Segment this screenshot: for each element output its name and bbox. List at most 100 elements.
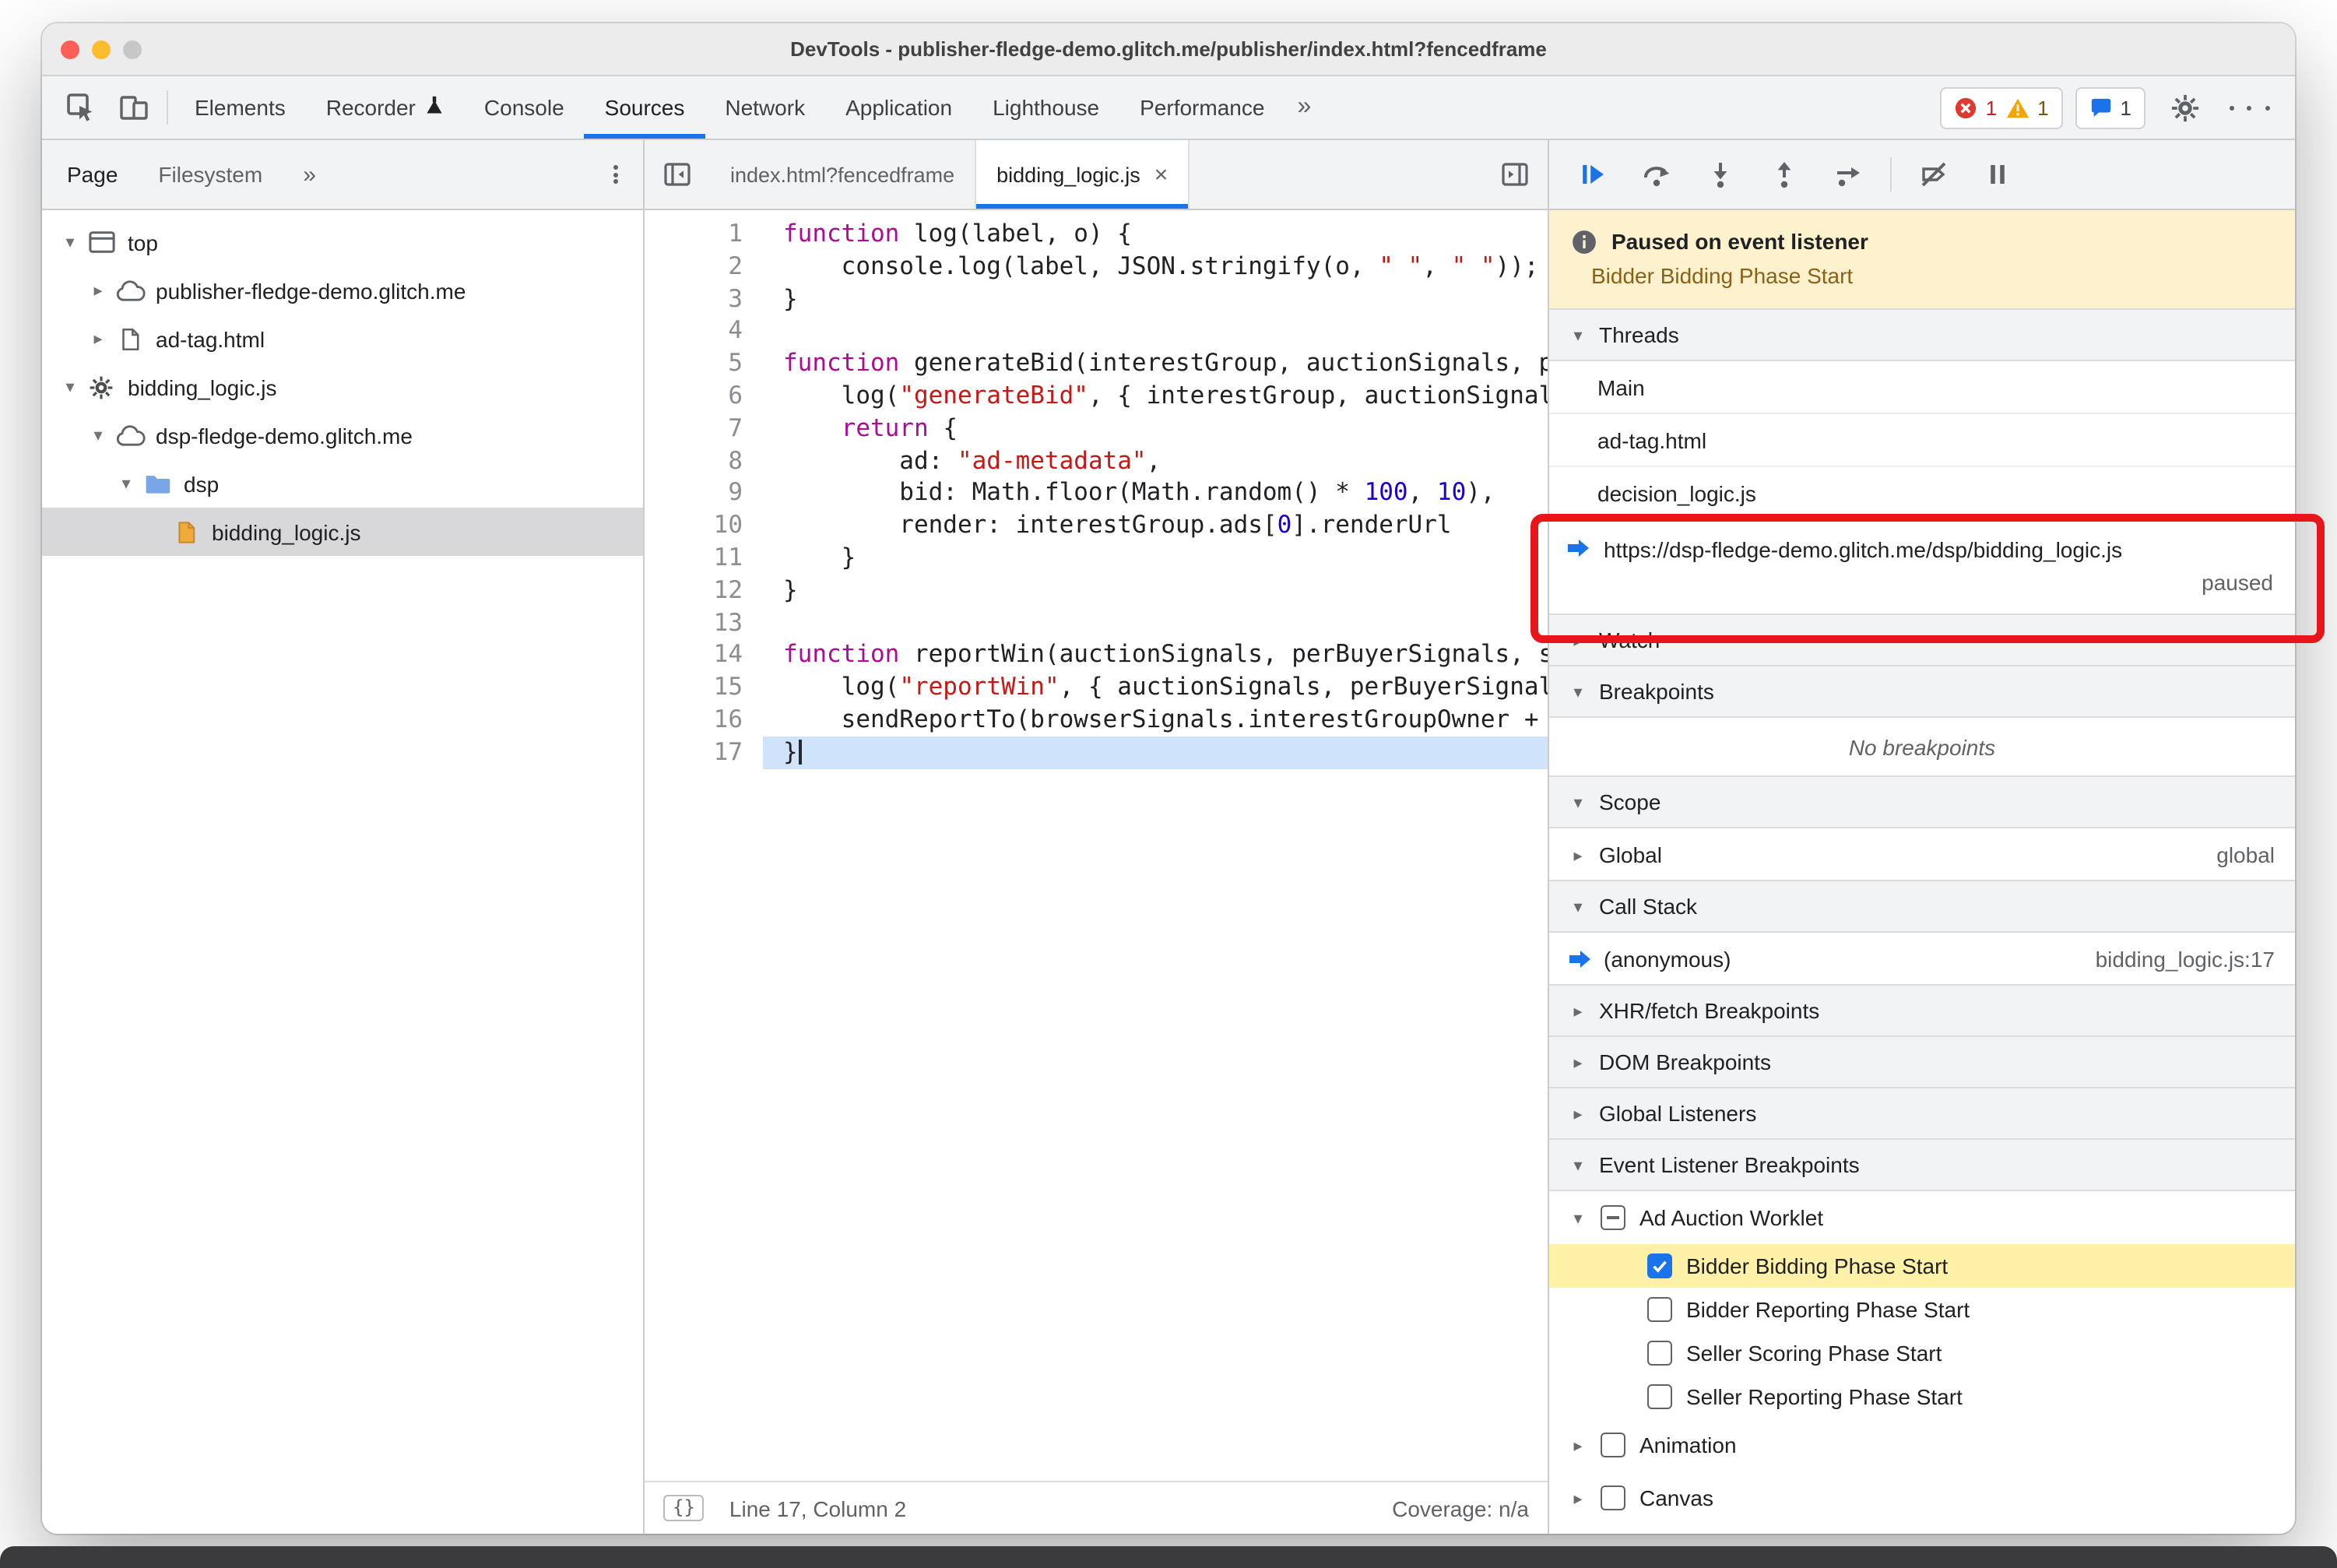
canvas-checkbox[interactable] bbox=[1601, 1485, 1625, 1510]
scope-global-row[interactable]: ▸ Global global bbox=[1549, 828, 2295, 881]
elb-item-seller-scoring-phase-start[interactable]: Seller Scoring Phase Start bbox=[1549, 1331, 2295, 1375]
line-number[interactable]: 15 bbox=[645, 671, 763, 704]
code-line-14[interactable]: 14 function reportWin(auctionSignals, per… bbox=[645, 639, 1548, 672]
animation-checkbox[interactable] bbox=[1601, 1433, 1625, 1457]
inspect-element-button[interactable] bbox=[54, 84, 107, 131]
tree-item-publisher-fledge-demo-glitch-me[interactable]: ▸ publisher-fledge-demo.glitch.me bbox=[42, 266, 643, 315]
elb-item-bidder-bidding-phase-start[interactable]: Bidder Bidding Phase Start bbox=[1549, 1244, 2295, 1288]
minimize-window-button[interactable] bbox=[92, 40, 111, 58]
line-number[interactable]: 1 bbox=[645, 218, 763, 251]
chevron-down-icon[interactable]: ▾ bbox=[58, 232, 83, 252]
navigator-kebab-icon[interactable] bbox=[613, 163, 618, 187]
code-editor[interactable]: 1 function log(label, o) {2 console.log(l… bbox=[645, 210, 1548, 1481]
line-number[interactable]: 16 bbox=[645, 704, 763, 737]
line-number[interactable]: 3 bbox=[645, 283, 763, 315]
devtools-tab-sources[interactable]: Sources bbox=[584, 76, 706, 139]
tree-item-top[interactable]: ▾ top bbox=[42, 218, 643, 266]
seller-reporting-phase-start-checkbox[interactable] bbox=[1647, 1384, 1672, 1409]
line-number[interactable]: 2 bbox=[645, 251, 763, 283]
toggle-navigator-button[interactable] bbox=[645, 140, 710, 209]
devtools-tab-console[interactable]: Console bbox=[464, 76, 585, 139]
line-number[interactable]: 8 bbox=[645, 445, 763, 477]
code-line-10[interactable]: 10 render: interestGroup.ads[0].renderUr… bbox=[645, 509, 1548, 542]
chevron-down-icon[interactable]: ▾ bbox=[114, 473, 139, 494]
chevron-right-icon[interactable]: ▸ bbox=[86, 329, 111, 349]
errors-warnings-badge[interactable]: 1 1 bbox=[1940, 86, 2063, 128]
device-toolbar-button[interactable] bbox=[107, 84, 160, 131]
code-line-15[interactable]: 15 log("reportWin", { auctionSignals, pe… bbox=[645, 671, 1548, 704]
close-tab-icon[interactable]: × bbox=[1154, 161, 1168, 188]
call-stack-section-header[interactable]: ▾ Call Stack bbox=[1549, 880, 2295, 933]
close-window-button[interactable] bbox=[61, 40, 79, 58]
kebab-menu-button[interactable] bbox=[2223, 84, 2276, 131]
dom-breakpoints-section-header[interactable]: ▸ DOM Breakpoints bbox=[1549, 1035, 2295, 1088]
watch-section-header[interactable]: ▸ Watch bbox=[1549, 613, 2295, 666]
zoom-window-button[interactable] bbox=[123, 40, 142, 58]
chevron-right-icon[interactable]: ▸ bbox=[86, 280, 111, 301]
elb-group-animation[interactable]: ▸ Animation bbox=[1549, 1419, 2295, 1471]
line-number[interactable]: 14 bbox=[645, 639, 763, 672]
seller-scoring-phase-start-checkbox[interactable] bbox=[1647, 1341, 1672, 1366]
more-panels-icon[interactable]: » bbox=[1284, 93, 1323, 121]
line-number[interactable]: 5 bbox=[645, 347, 763, 380]
toggle-debugger-sidebar-button[interactable] bbox=[1482, 140, 1548, 209]
code-line-17[interactable]: 17} bbox=[645, 736, 1548, 769]
line-number[interactable]: 7 bbox=[645, 413, 763, 445]
code-line-2[interactable]: 2 console.log(label, JSON.stringify(o, "… bbox=[645, 251, 1548, 283]
code-line-9[interactable]: 9 bid: Math.floor(Math.random() * 100, 1… bbox=[645, 477, 1548, 510]
thread-item-main[interactable]: Main bbox=[1549, 361, 2295, 414]
elb-group-canvas[interactable]: ▸ Canvas bbox=[1549, 1471, 2295, 1524]
tree-item-ad-tag-html[interactable]: ▸ ad-tag.html bbox=[42, 315, 643, 363]
line-number[interactable]: 13 bbox=[645, 606, 763, 639]
code-line-7[interactable]: 7 return { bbox=[645, 413, 1548, 445]
step-over-button[interactable] bbox=[1629, 151, 1685, 198]
devtools-tab-application[interactable]: Application bbox=[825, 76, 972, 139]
line-number[interactable]: 12 bbox=[645, 575, 763, 607]
chevron-down-icon[interactable]: ▾ bbox=[86, 425, 111, 445]
devtools-tab-recorder[interactable]: Recorder bbox=[306, 76, 464, 139]
devtools-tab-performance[interactable]: Performance bbox=[1119, 76, 1284, 139]
chevron-down-icon[interactable]: ▾ bbox=[1569, 1208, 1587, 1228]
call-stack-frame[interactable]: (anonymous) bidding_logic.js:17 bbox=[1549, 933, 2295, 986]
devtools-tab-network[interactable]: Network bbox=[705, 76, 825, 139]
devtools-tab-elements[interactable]: Elements bbox=[174, 76, 306, 139]
code-line-13[interactable]: 13 bbox=[645, 606, 1548, 639]
tree-item-dsp[interactable]: ▾ dsp bbox=[42, 459, 643, 508]
pretty-print-button[interactable]: {} bbox=[663, 1495, 705, 1521]
deactivate-breakpoints-button[interactable] bbox=[1906, 151, 1962, 198]
line-number[interactable]: 6 bbox=[645, 380, 763, 413]
line-number[interactable]: 11 bbox=[645, 542, 763, 575]
navigator-tab-filesystem[interactable]: Filesystem bbox=[158, 162, 262, 187]
elb-item-seller-reporting-phase-start[interactable]: Seller Reporting Phase Start bbox=[1549, 1375, 2295, 1419]
resume-script-button[interactable] bbox=[1565, 151, 1621, 198]
code-line-4[interactable]: 4 bbox=[645, 315, 1548, 348]
xhr-breakpoints-section-header[interactable]: ▸ XHR/fetch Breakpoints bbox=[1549, 984, 2295, 1037]
global-listeners-section-header[interactable]: ▸ Global Listeners bbox=[1549, 1087, 2295, 1140]
line-number[interactable]: 10 bbox=[645, 509, 763, 542]
elb-item-bidder-reporting-phase-start[interactable]: Bidder Reporting Phase Start bbox=[1549, 1288, 2295, 1331]
code-line-16[interactable]: 16 sendReportTo(browserSignals.interestG… bbox=[645, 704, 1548, 737]
code-line-12[interactable]: 12} bbox=[645, 575, 1548, 607]
elb-group-ad-auction-worklet[interactable]: ▾ Ad Auction Worklet bbox=[1549, 1191, 2295, 1244]
code-line-5[interactable]: 5 function generateBid(interestGroup, auc… bbox=[645, 347, 1548, 380]
line-number[interactable]: 4 bbox=[645, 315, 763, 348]
step-button[interactable] bbox=[1820, 151, 1876, 198]
scope-section-header[interactable]: ▾ Scope bbox=[1549, 775, 2295, 828]
line-number[interactable]: 17 bbox=[645, 737, 763, 769]
code-line-8[interactable]: 8 ad: "ad-metadata", bbox=[645, 445, 1548, 477]
step-into-button[interactable] bbox=[1692, 151, 1748, 198]
editor-tab-index-html-fencedframe[interactable]: index.html?fencedframe bbox=[710, 140, 977, 209]
code-line-1[interactable]: 1 function log(label, o) { bbox=[645, 218, 1548, 251]
tree-item-dsp-fledge-demo-glitch-me[interactable]: ▾ dsp-fledge-demo.glitch.me bbox=[42, 411, 643, 459]
chevron-down-icon[interactable]: ▾ bbox=[58, 377, 83, 397]
code-line-3[interactable]: 3} bbox=[645, 283, 1548, 315]
tree-item-bidding-logic-js[interactable]: ▾ bidding_logic.js bbox=[42, 363, 643, 411]
breakpoints-section-header[interactable]: ▾ Breakpoints bbox=[1549, 665, 2295, 718]
tree-item-bidding-logic-js[interactable]: bidding_logic.js bbox=[42, 508, 643, 556]
settings-gear-button[interactable] bbox=[2158, 84, 2211, 131]
thread-item-decision-logic-js[interactable]: decision_logic.js bbox=[1549, 467, 2295, 520]
devtools-tab-lighthouse[interactable]: Lighthouse bbox=[972, 76, 1119, 139]
bidder-bidding-phase-start-checkbox[interactable] bbox=[1647, 1253, 1672, 1278]
threads-section-header[interactable]: ▾ Threads bbox=[1549, 308, 2295, 361]
event-listener-breakpoints-section-header[interactable]: ▾ Event Listener Breakpoints bbox=[1549, 1138, 2295, 1191]
